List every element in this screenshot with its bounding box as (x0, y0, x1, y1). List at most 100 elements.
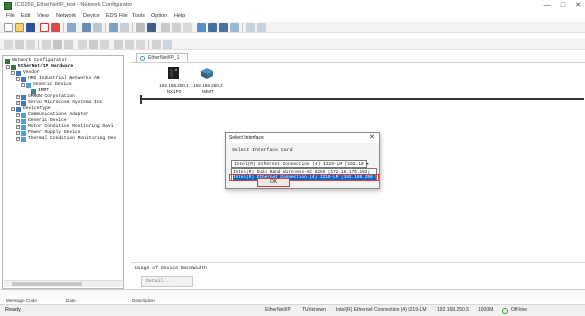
folder-icon (21, 76, 26, 82)
expand-icon[interactable]: + (16, 131, 20, 135)
tab-label: EtherNet/IP_1 (148, 55, 180, 61)
check-icon[interactable] (246, 23, 255, 32)
network-bus-line (142, 98, 584, 100)
paste-icon[interactable] (161, 23, 170, 32)
table-icon[interactable] (219, 23, 228, 32)
offline-status-icon (502, 308, 508, 314)
collapse-icon[interactable]: - (6, 65, 10, 69)
collapse-icon[interactable]: - (21, 83, 25, 87)
reset-icon[interactable] (78, 40, 87, 49)
menu-file[interactable]: File (6, 12, 15, 21)
dialog-close-button[interactable]: ✕ (369, 134, 375, 142)
hardware-tree-pane: Network Configurator - EtherNet/IP Hardwa… (2, 55, 124, 289)
expand-icon[interactable]: + (16, 119, 20, 123)
dialog-body: Select Interface Card Intel(R) Ethernet … (226, 143, 379, 188)
bandwidth-usage-panel: Usage of Device Bandwidth Detail... (131, 262, 585, 289)
hardware-icon (11, 64, 16, 70)
scrollbar-thumb[interactable] (12, 282, 82, 286)
open-icon[interactable] (15, 23, 24, 32)
window-title: ICD250_EtherNetIP_test - Network Configu… (15, 2, 133, 8)
menu-view[interactable]: View (37, 12, 49, 21)
folder-icon (21, 94, 26, 100)
print-icon[interactable] (40, 23, 49, 32)
status-ip: 192.168.250.5 (437, 307, 469, 313)
menu-option[interactable]: Option (151, 12, 167, 21)
column-message-code[interactable]: Message Code (6, 298, 37, 303)
interface-card-select[interactable]: Intel(R) Ethernet Connection (4) I219-LM… (231, 160, 370, 168)
network-icon (5, 58, 10, 64)
find-icon[interactable] (172, 23, 181, 32)
collapse-icon[interactable]: - (16, 77, 20, 81)
usage-title: Usage of Device Bandwidth (135, 266, 207, 271)
horizontal-scrollbar[interactable] (4, 280, 123, 287)
title-bar: ICD250_EtherNetIP_test - Network Configu… (0, 0, 585, 12)
minimize-button[interactable]: — (540, 1, 554, 11)
monitor-device-icon[interactable] (136, 40, 145, 49)
new-icon[interactable] (4, 23, 13, 32)
monitor-icon[interactable] (93, 23, 102, 32)
expand-icon[interactable]: + (16, 125, 20, 129)
status-state: Off-line (511, 307, 528, 313)
tree-item[interactable]: + Thermal Condition Monitoring Dev (16, 136, 116, 142)
zoom-icon[interactable] (82, 23, 91, 32)
app-icon (4, 2, 12, 10)
connect-icon[interactable] (109, 23, 118, 32)
cut-icon[interactable] (136, 23, 145, 32)
mode-icon[interactable] (89, 40, 98, 49)
main-toolbar (0, 22, 585, 33)
maximize-button[interactable]: □ (556, 1, 570, 11)
column-description[interactable]: Description (132, 298, 155, 303)
route-icon[interactable] (114, 40, 123, 49)
status-interface: Intel(R) Ethernet Connection (4) I219-LM (336, 307, 427, 313)
message-list-header: Message Code Date Description (0, 289, 585, 303)
upload-device-icon[interactable] (42, 40, 51, 49)
expand-icon[interactable]: + (16, 137, 20, 141)
status-bar: Ready EtherNet/IP TUnknown Intel(R) Ethe… (0, 304, 585, 316)
download-icon[interactable] (67, 23, 76, 32)
bandwidth-icon[interactable] (100, 40, 109, 49)
device-ip: 192.168.250.2 (193, 83, 223, 88)
status-mode: TUnknown (302, 307, 326, 313)
close-window-button[interactable]: ✕ (571, 1, 585, 11)
collapse-icon[interactable]: - (11, 107, 15, 111)
network-tab-icon (140, 56, 145, 61)
expand-icon[interactable]: + (16, 113, 20, 117)
device-icon (21, 130, 26, 136)
download-device-icon[interactable] (53, 40, 62, 49)
collapse-icon[interactable]: - (11, 71, 15, 75)
offline-icon[interactable] (15, 40, 24, 49)
save-icon[interactable] (26, 23, 35, 32)
delete-icon[interactable] (183, 23, 192, 32)
menu-edit[interactable]: Edit (21, 12, 30, 21)
compare-icon[interactable] (257, 23, 266, 32)
property-icon[interactable] (197, 23, 206, 32)
device-plc-icon[interactable] (166, 66, 182, 80)
interface-card-selected: Intel(R) Ethernet Connection (4) I219-LM… (234, 162, 370, 167)
disconnect-icon[interactable] (120, 23, 129, 32)
secondary-toolbar (0, 39, 585, 50)
expand-icon[interactable]: + (16, 101, 20, 105)
help-icon[interactable] (152, 40, 161, 49)
copy-icon[interactable] (147, 23, 156, 32)
menu-network[interactable]: Network (56, 12, 76, 21)
grid-icon[interactable] (230, 23, 239, 32)
register-icon[interactable] (208, 23, 217, 32)
online-icon[interactable] (4, 40, 13, 49)
expand-icon[interactable]: + (16, 95, 20, 99)
device-name: IMMT (202, 89, 214, 94)
menu-help[interactable]: Help (174, 12, 185, 21)
status-speed: 1000M (478, 307, 494, 313)
verify-icon[interactable] (64, 40, 73, 49)
menu-eds-file[interactable]: EDS File (106, 12, 128, 21)
device-adapter-icon[interactable] (199, 66, 215, 80)
menu-tools[interactable]: Tools (132, 12, 145, 21)
status-icon[interactable] (125, 40, 134, 49)
usage-detail-button[interactable]: Detail... (141, 276, 193, 287)
upload-icon[interactable] (51, 23, 60, 32)
parameter-icon[interactable] (26, 40, 35, 49)
menu-device[interactable]: Device (83, 12, 100, 21)
folder-icon (16, 106, 21, 112)
column-date[interactable]: Date (66, 298, 76, 303)
about-icon[interactable] (163, 40, 172, 49)
ok-button[interactable]: OK (257, 178, 290, 187)
